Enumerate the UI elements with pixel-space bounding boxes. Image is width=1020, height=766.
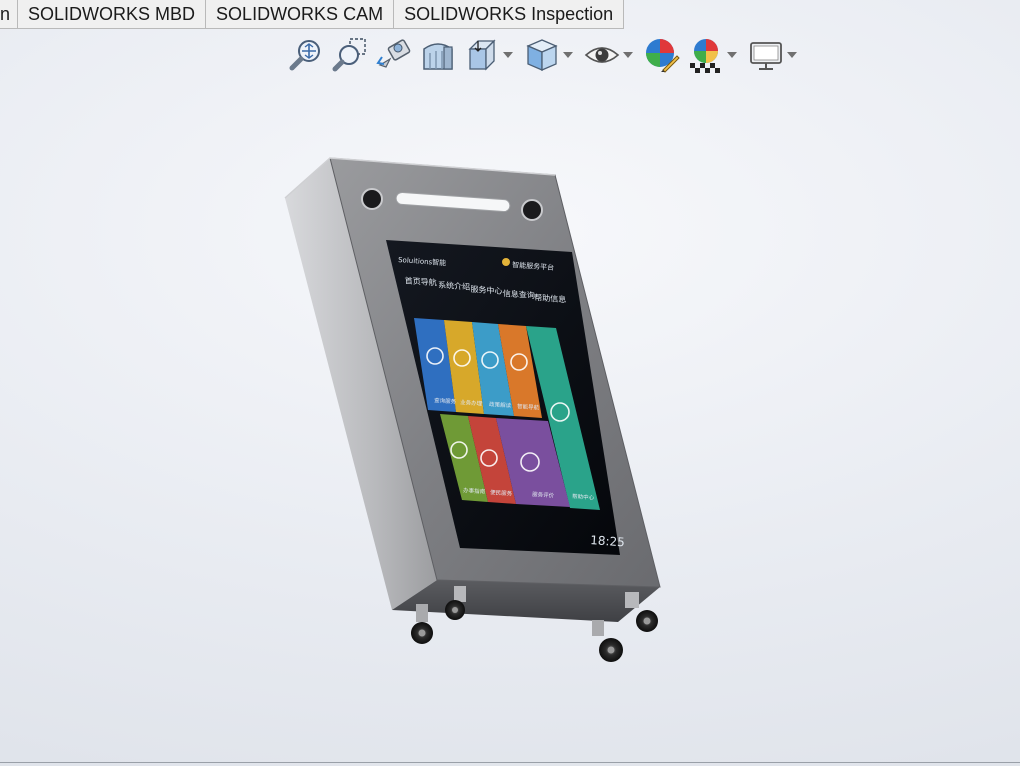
display-style-button[interactable] <box>523 35 561 75</box>
section-view-icon <box>423 43 453 70</box>
zoom-to-fit-icon <box>289 40 320 71</box>
zoom-to-area-icon <box>332 38 366 72</box>
hide-show-items-button[interactable] <box>583 35 621 75</box>
previous-view-button[interactable] <box>375 35 413 75</box>
tab-partial[interactable]: n <box>0 0 19 29</box>
previous-view-icon <box>376 39 411 68</box>
view-settings-icon <box>750 42 782 70</box>
view-settings-dropdown[interactable] <box>785 35 799 75</box>
enclosure-bottom-face <box>392 580 660 622</box>
tab-solidworks-cam[interactable]: SOLIDWORKS CAM <box>206 0 395 29</box>
view-orientation-dropdown[interactable] <box>501 35 515 75</box>
camera-hole-right <box>521 199 543 221</box>
display-style-icon <box>526 39 558 71</box>
zoom-to-area-button[interactable] <box>331 35 369 75</box>
screen-clock: 18:25 <box>590 533 625 549</box>
chevron-down-icon <box>503 52 513 58</box>
view-orientation-icon <box>468 39 496 71</box>
camera-hole-left <box>361 188 383 210</box>
chevron-down-icon <box>563 52 573 58</box>
tab-solidworks-inspection[interactable]: SOLIDWORKS Inspection <box>394 0 625 29</box>
chevron-down-icon <box>787 52 797 58</box>
edit-appearance-icon <box>646 39 680 73</box>
apply-scene-dropdown[interactable] <box>725 35 739 75</box>
view-settings-button[interactable] <box>747 35 785 75</box>
hide-show-items-dropdown[interactable] <box>621 35 635 75</box>
zoom-to-fit-button[interactable] <box>287 35 325 75</box>
view-orientation-button[interactable] <box>463 35 501 75</box>
hide-show-items-icon <box>584 47 620 63</box>
apply-scene-icon <box>690 39 720 73</box>
section-view-button[interactable] <box>419 35 457 75</box>
command-manager-tabs: n SOLIDWORKS MBD SOLIDWORKS CAM SOLIDWOR… <box>0 0 625 29</box>
tab-solidworks-mbd[interactable]: SOLIDWORKS MBD <box>18 0 207 29</box>
heads-up-view-toolbar <box>287 33 807 77</box>
screen-logo-icon <box>502 258 510 266</box>
graphics-viewport[interactable]: Soluitions智能 智能服务平台 首页导航 系统介绍 服务中心 信息查询 … <box>0 29 1020 762</box>
model-render: Soluitions智能 智能服务平台 首页导航 系统介绍 服务中心 信息查询 … <box>284 157 661 662</box>
caster-rear-right <box>592 620 623 662</box>
display-style-dropdown[interactable] <box>561 35 575 75</box>
chevron-down-icon <box>623 52 633 58</box>
viewport-bottom-border <box>0 762 1020 763</box>
edit-appearance-button[interactable] <box>643 35 681 75</box>
apply-scene-button[interactable] <box>687 35 725 75</box>
chevron-down-icon <box>727 52 737 58</box>
